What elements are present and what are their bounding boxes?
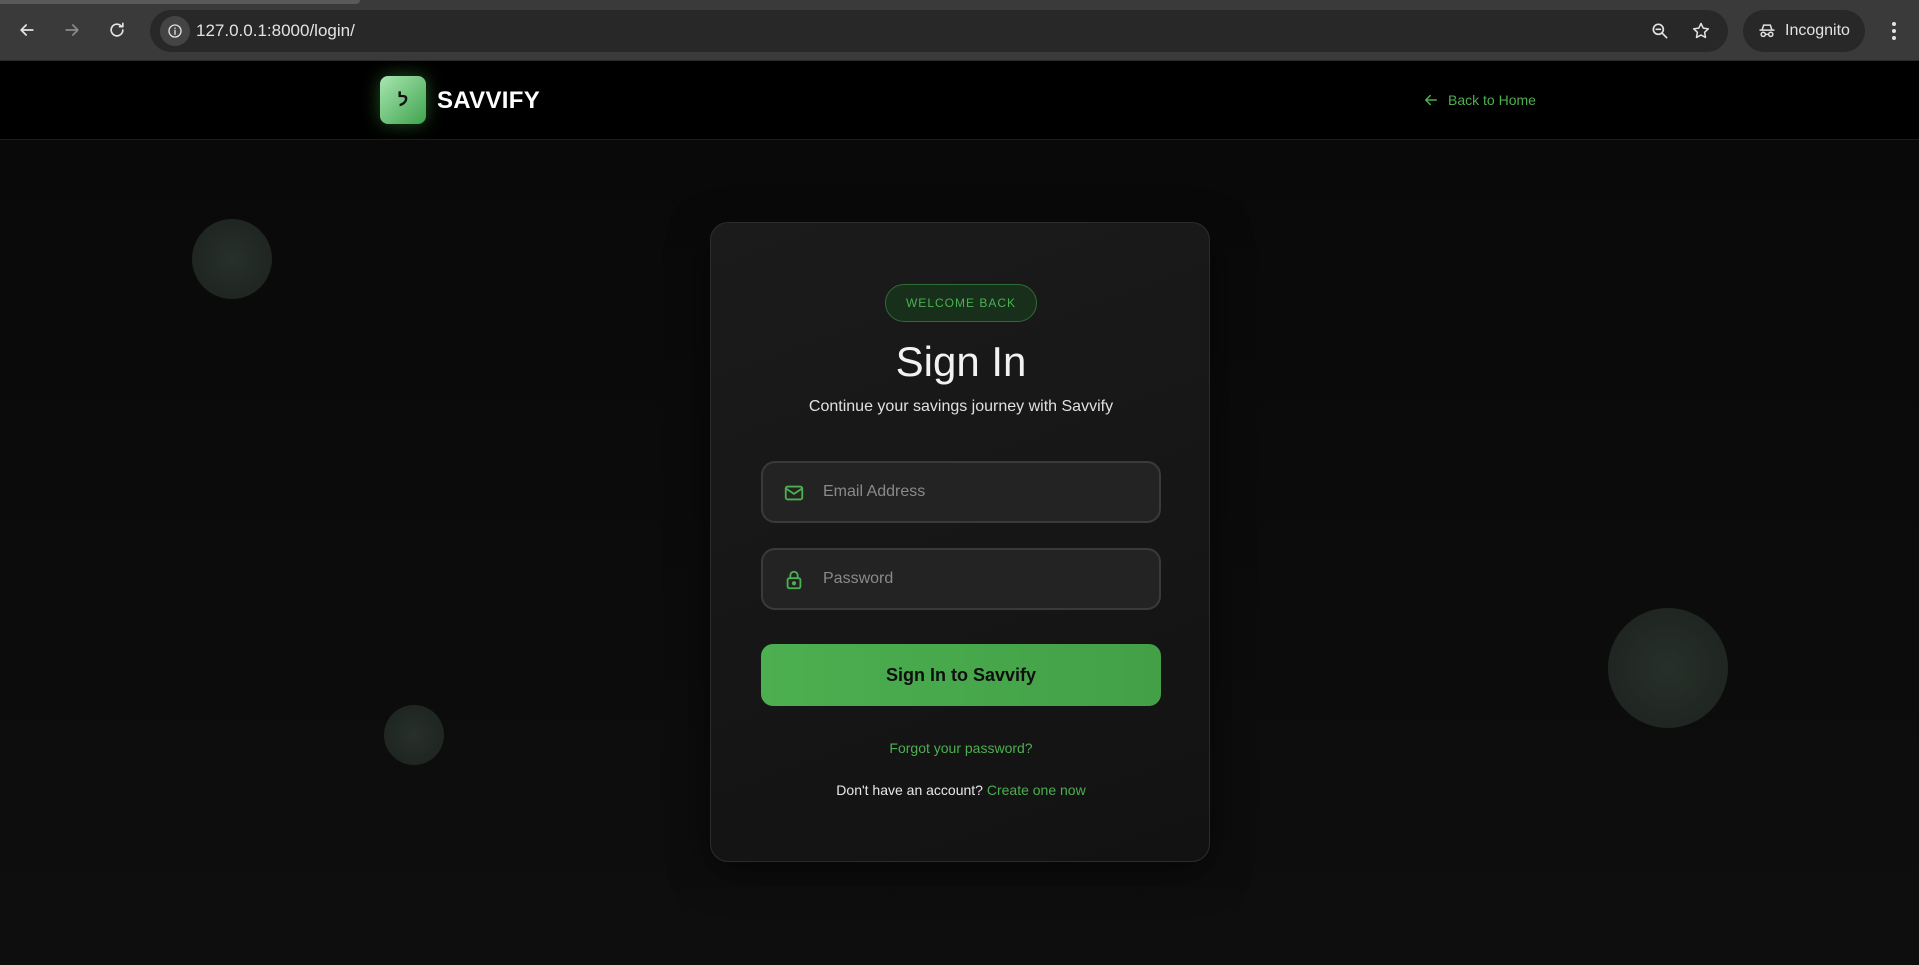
back-icon	[20, 24, 34, 36]
reload-icon	[110, 22, 124, 37]
decorative-bubble	[1608, 608, 1728, 728]
password-input[interactable]	[823, 550, 1153, 608]
site-info-button[interactable]	[160, 16, 190, 46]
page-title: Sign In	[895, 338, 1027, 385]
site-info-icon	[168, 24, 182, 38]
site-header: ל SAVVIFY Back to Home	[0, 61, 1919, 140]
email-input[interactable]	[823, 463, 1153, 521]
create-account-link[interactable]: Create one now	[987, 782, 1086, 798]
incognito-icon	[1759, 24, 1775, 38]
incognito-indicator[interactable]: Incognito	[1743, 10, 1865, 52]
bookmark-button[interactable]	[1689, 19, 1713, 43]
back-button[interactable]	[11, 14, 43, 46]
address-bar[interactable]: 127.0.0.1:8000/login/	[150, 10, 1728, 52]
url-text[interactable]: 127.0.0.1:8000/login/	[196, 21, 355, 41]
back-to-home-link[interactable]: Back to Home	[1422, 91, 1536, 109]
zoom-icon	[1652, 23, 1668, 39]
forward-icon	[65, 24, 79, 36]
tab-strip-edge	[0, 0, 360, 4]
signup-prompt-text: Don't have an account?	[836, 782, 983, 798]
decorative-bubble	[384, 705, 444, 765]
sign-in-button[interactable]: Sign In to Savvify	[761, 644, 1161, 706]
browser-toolbar: 127.0.0.1:8000/login/ Incognito	[0, 0, 1919, 61]
arrow-left-icon	[1425, 94, 1437, 106]
password-field[interactable]	[761, 548, 1161, 610]
back-to-home-label: Back to Home	[1448, 92, 1536, 108]
page-subtitle: Continue your savings journey with Savvi…	[808, 398, 1114, 415]
bookmark-star-icon	[1692, 22, 1710, 39]
welcome-badge: WELCOME BACK	[885, 284, 1037, 322]
reload-button[interactable]	[101, 14, 133, 46]
incognito-label: Incognito	[1785, 22, 1850, 39]
more-menu-icon	[1892, 22, 1896, 40]
brand-name[interactable]: SAVVIFY	[437, 87, 540, 115]
logo[interactable]: ל	[380, 76, 426, 124]
zoom-button[interactable]	[1648, 19, 1672, 43]
decorative-bubble	[192, 219, 272, 299]
more-menu-button[interactable]	[1880, 14, 1908, 48]
mail-icon	[784, 485, 804, 501]
forward-button[interactable]	[56, 14, 88, 46]
email-field[interactable]	[761, 461, 1161, 523]
signup-prompt: Don't have an account? Create one now	[711, 782, 1211, 798]
forgot-password-link[interactable]: Forgot your password?	[711, 740, 1211, 756]
login-card: WELCOME BACK Sign In Continue your savin…	[710, 222, 1210, 862]
lock-icon	[786, 570, 802, 590]
